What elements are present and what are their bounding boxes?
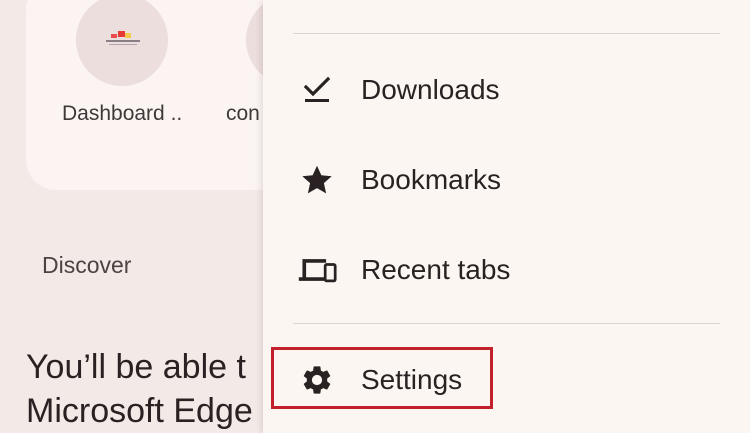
menu-item-recent-tabs[interactable]: Recent tabs [263,230,750,310]
devices-icon [297,250,337,290]
settings-highlight-box [271,347,493,409]
menu-item-label: Recent tabs [361,254,511,285]
menu-divider [293,323,720,324]
shortcut-label: Dashboard ... [62,102,182,125]
menu-item-label: Bookmarks [361,164,502,195]
shortcut-favicon [76,0,168,86]
menu-item-bookmarks[interactable]: Bookmarks [263,140,750,220]
site-logo-icon [103,31,143,47]
shortcut-tile-dashboard[interactable]: Dashboard ... [62,0,182,126]
download-done-icon [297,70,337,110]
discover-message-line: Microsoft Edge [26,392,253,430]
discover-message-line: You’ll be able t [26,348,246,386]
discover-heading: Discover [42,252,132,278]
discover-message: You’ll be able t Microsoft Edge [26,345,253,433]
menu-divider [293,33,720,34]
menu-item-downloads[interactable]: Downloads [263,50,750,130]
menu-item-label: Downloads [361,74,500,105]
star-icon [297,160,337,200]
